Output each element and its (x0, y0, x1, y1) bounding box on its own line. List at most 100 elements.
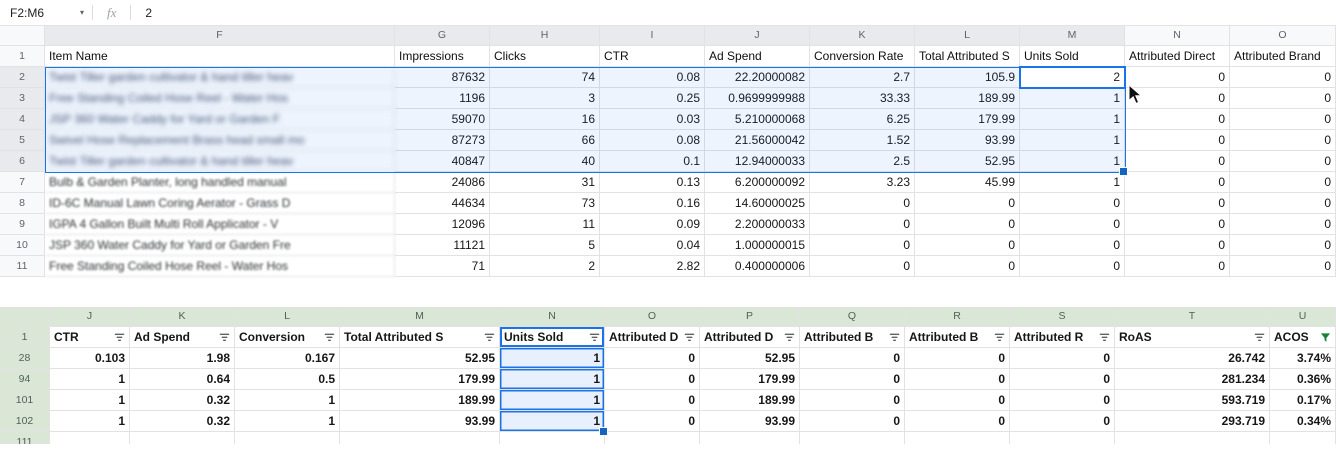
column-header-U[interactable]: U (1270, 307, 1336, 327)
active-cell[interactable]: 2 (1019, 66, 1126, 89)
data-cell[interactable]: 11 (490, 214, 600, 235)
data-cell[interactable] (700, 432, 800, 444)
data-cell[interactable]: 93.99 (915, 130, 1020, 151)
data-cell[interactable]: 3.23 (810, 172, 915, 193)
data-cell[interactable] (1270, 432, 1336, 444)
filter-column-header[interactable]: Attributed D (700, 327, 800, 348)
data-cell[interactable]: 0 (1020, 193, 1125, 214)
data-cell[interactable]: 1 (500, 348, 605, 369)
data-cell[interactable]: 0.13 (600, 172, 705, 193)
data-cell[interactable]: 3 (490, 88, 600, 109)
data-cell[interactable]: 1 (1020, 109, 1125, 130)
data-cell[interactable]: 105.9 (915, 67, 1020, 88)
data-cell[interactable]: 0.64 (130, 369, 235, 390)
data-cell[interactable]: 179.99 (915, 109, 1020, 130)
data-cell[interactable]: 179.99 (700, 369, 800, 390)
row-header[interactable]: 28 (0, 348, 50, 369)
filter-column-header[interactable]: Attributed B (800, 327, 905, 348)
column-label[interactable]: Clicks (490, 46, 600, 67)
data-cell[interactable] (905, 432, 1010, 444)
fill-handle[interactable] (600, 428, 607, 435)
row-header[interactable]: 3 (0, 88, 45, 109)
data-cell[interactable]: 0 (905, 411, 1010, 432)
data-cell[interactable]: 1 (500, 411, 605, 432)
data-cell[interactable]: 0.400000006 (705, 256, 810, 277)
data-cell[interactable]: 0 (1125, 172, 1230, 193)
data-cell[interactable]: 1 (1020, 172, 1125, 193)
data-cell[interactable]: 1 (235, 411, 340, 432)
data-cell[interactable]: 0 (1020, 256, 1125, 277)
row-header[interactable]: 1 (0, 46, 45, 67)
filter-icon[interactable] (324, 332, 335, 343)
row-header[interactable]: 2 (0, 67, 45, 88)
data-cell[interactable]: 0.32 (130, 411, 235, 432)
data-cell[interactable]: 16 (490, 109, 600, 130)
data-cell[interactable]: 2.82 (600, 256, 705, 277)
filter-icon[interactable] (684, 332, 695, 343)
data-cell[interactable]: 0 (1125, 151, 1230, 172)
data-cell[interactable]: 24086 (395, 172, 490, 193)
data-cell[interactable]: 1 (1020, 151, 1125, 172)
data-cell[interactable]: JSP 360 Water Caddy for Yard or Garden F… (45, 235, 395, 256)
data-cell[interactable]: 1 (50, 411, 130, 432)
data-cell[interactable]: 1.000000015 (705, 235, 810, 256)
data-cell[interactable]: 0 (1125, 130, 1230, 151)
data-cell[interactable]: 281.234 (1115, 369, 1270, 390)
data-cell[interactable]: 0 (905, 390, 1010, 411)
data-cell[interactable]: 33.33 (810, 88, 915, 109)
data-cell[interactable]: JSP 360 Water Caddy for Yard or Garden F (45, 109, 395, 130)
filter-icon[interactable] (994, 332, 1005, 343)
data-cell[interactable]: 0 (810, 214, 915, 235)
data-cell[interactable]: 0.08 (600, 67, 705, 88)
row-header[interactable]: 111 (0, 432, 50, 444)
data-cell[interactable]: 0 (1020, 235, 1125, 256)
data-cell[interactable]: 0.5 (235, 369, 340, 390)
row-header[interactable]: 94 (0, 369, 50, 390)
data-cell[interactable]: 0 (915, 214, 1020, 235)
filter-column-header[interactable]: Ad Spend (130, 327, 235, 348)
column-header-J[interactable]: J (705, 26, 810, 46)
data-cell[interactable]: 1.98 (130, 348, 235, 369)
data-cell[interactable]: 0.1 (600, 151, 705, 172)
filter-column-header[interactable]: Attributed R (1010, 327, 1115, 348)
data-cell[interactable]: 26.742 (1115, 348, 1270, 369)
data-cell[interactable]: 0.04 (600, 235, 705, 256)
column-label[interactable]: Attributed Direct (1125, 46, 1230, 67)
data-cell[interactable]: 593.719 (1115, 390, 1270, 411)
row-header[interactable]: 6 (0, 151, 45, 172)
data-cell[interactable]: 2.5 (810, 151, 915, 172)
data-cell[interactable]: 0 (810, 193, 915, 214)
data-cell[interactable]: 5.210000068 (705, 109, 810, 130)
data-cell[interactable]: 1 (50, 390, 130, 411)
filter-column-header[interactable]: ACOS (1270, 327, 1336, 348)
data-cell[interactable]: 1 (50, 369, 130, 390)
row-header[interactable]: 5 (0, 130, 45, 151)
filter-icon[interactable] (484, 332, 495, 343)
data-cell[interactable]: 0.32 (130, 390, 235, 411)
data-cell[interactable]: 0.08 (600, 130, 705, 151)
data-cell[interactable] (605, 432, 700, 444)
data-cell[interactable]: 0 (1125, 214, 1230, 235)
data-cell[interactable]: 66 (490, 130, 600, 151)
data-cell[interactable]: 5 (490, 235, 600, 256)
data-cell[interactable]: 52.95 (915, 151, 1020, 172)
data-cell[interactable]: 0 (1230, 235, 1336, 256)
data-cell[interactable]: 0 (1010, 411, 1115, 432)
data-cell[interactable]: 0 (1230, 256, 1336, 277)
data-cell[interactable]: 0 (1230, 130, 1336, 151)
filter-column-header[interactable]: Attributed D (605, 327, 700, 348)
data-cell[interactable]: 73 (490, 193, 600, 214)
row-header[interactable]: 1 (0, 327, 50, 348)
column-label[interactable]: Units Sold (1020, 46, 1125, 67)
data-cell[interactable]: 293.719 (1115, 411, 1270, 432)
data-cell[interactable]: Free Standing Coiled Hose Reel - Water H… (45, 88, 395, 109)
data-cell[interactable]: 0 (800, 369, 905, 390)
data-cell[interactable]: 0 (905, 348, 1010, 369)
filter-icon[interactable] (114, 332, 125, 343)
data-cell[interactable]: 0 (810, 256, 915, 277)
data-cell[interactable]: 1 (500, 369, 605, 390)
data-cell[interactable]: 0 (1010, 369, 1115, 390)
data-cell[interactable]: 189.99 (915, 88, 1020, 109)
data-cell[interactable] (340, 432, 500, 444)
data-cell[interactable]: Twist Tiller garden cultivator & hand ti… (45, 151, 395, 172)
